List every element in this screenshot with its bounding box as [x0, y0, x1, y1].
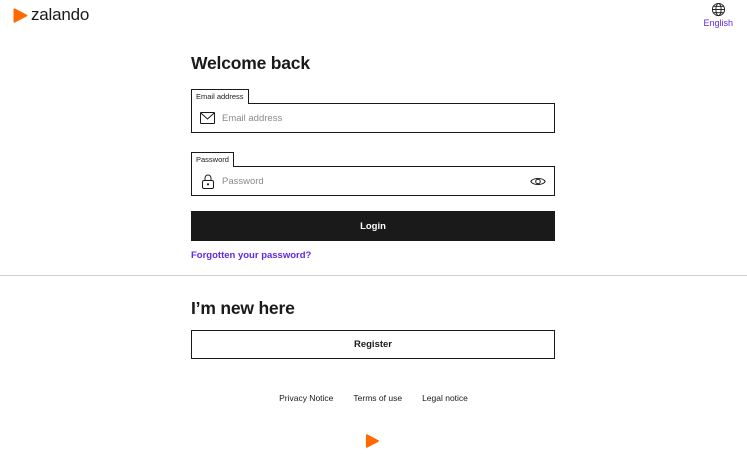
email-input[interactable]: [222, 112, 546, 124]
language-selector[interactable]: English: [703, 2, 733, 28]
lock-icon: [200, 174, 215, 189]
password-input[interactable]: [222, 175, 530, 187]
zalando-logo-icon: [13, 7, 28, 23]
legal-notice-link[interactable]: Legal notice: [422, 393, 468, 403]
globe-icon: [711, 2, 725, 17]
envelope-icon: [200, 111, 215, 126]
login-page: zalando English Welcome back Email addre…: [0, 0, 747, 455]
eye-icon[interactable]: [530, 173, 546, 189]
register-section: I’m new here Register: [191, 298, 555, 359]
login-heading: Welcome back: [191, 53, 310, 73]
language-label: English: [703, 18, 733, 28]
section-divider: [0, 275, 747, 276]
login-section: Welcome back Email address Password: [191, 53, 555, 263]
zalando-logo-icon: [365, 434, 379, 448]
login-button[interactable]: Login: [191, 211, 555, 241]
register-button[interactable]: Register: [191, 330, 555, 359]
forgot-password-link[interactable]: Forgotten your password?: [191, 250, 311, 261]
email-field-group: Email address: [191, 85, 555, 133]
email-label: Email address: [191, 89, 249, 104]
footer-links: Privacy Notice Terms of use Legal notice: [0, 393, 747, 403]
password-field-group: Password: [191, 148, 555, 196]
email-field-box: [191, 103, 555, 133]
password-field-box: [191, 166, 555, 196]
privacy-notice-link[interactable]: Privacy Notice: [279, 393, 333, 403]
brand-logo[interactable]: zalando: [13, 5, 89, 25]
register-heading: I’m new here: [191, 298, 295, 318]
terms-of-use-link[interactable]: Terms of use: [353, 393, 402, 403]
password-label: Password: [191, 152, 234, 167]
brand-name: zalando: [31, 5, 90, 24]
